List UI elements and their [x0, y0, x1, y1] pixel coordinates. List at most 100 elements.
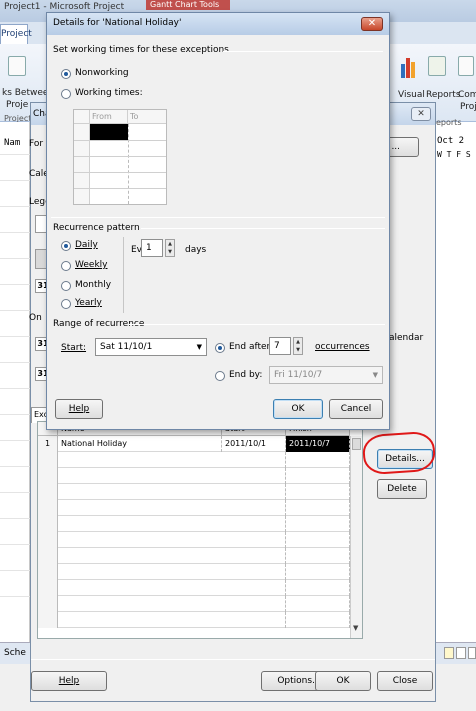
occurrences-label: occurrences [315, 342, 370, 352]
cell-finish[interactable] [286, 468, 350, 484]
table-row[interactable] [38, 500, 362, 516]
delete-button[interactable]: Delete [377, 479, 427, 499]
cell-finish[interactable] [286, 548, 350, 564]
yearly-radio[interactable] [61, 299, 71, 309]
cell-start[interactable] [222, 500, 286, 516]
view-gantt-icon[interactable] [444, 647, 454, 659]
end-after-radio[interactable] [215, 343, 225, 353]
separator [141, 228, 385, 229]
links-between-label-2: Proje [6, 100, 29, 110]
table-row[interactable]: 1 National Holiday 2011/10/1 2011/10/7 [38, 436, 362, 452]
visual-reports-icon[interactable] [400, 56, 420, 78]
visual-reports-label: Visual [398, 90, 425, 100]
help-button-label: Help [58, 676, 80, 686]
cell-start[interactable] [222, 484, 286, 500]
separator [31, 659, 435, 660]
end-by-date-select[interactable]: Fri 11/10/7 ▼ [269, 366, 383, 384]
gantt-timescale: Oct 2 W T F S [432, 134, 476, 644]
details-ok-button[interactable]: OK [273, 399, 323, 419]
highlight-circle [361, 430, 437, 476]
cwt-close-button[interactable]: Close [377, 671, 433, 691]
end-after-label: End after: [229, 342, 274, 352]
cwt-help-button[interactable]: Help [31, 671, 107, 691]
grid-line [0, 570, 30, 571]
cell-start[interactable] [222, 612, 286, 628]
details-cancel-button[interactable]: Cancel [329, 399, 383, 419]
cell-finish[interactable] [286, 612, 350, 628]
end-after-input[interactable]: 7 [269, 337, 291, 355]
context-tab-gantt-tools[interactable]: Gantt Chart Tools [146, 0, 230, 10]
from-cell-selected[interactable] [90, 124, 128, 140]
compare-label: Com [458, 90, 476, 100]
cell-finish[interactable] [286, 484, 350, 500]
daily-radio[interactable] [61, 241, 71, 251]
cell-start[interactable] [222, 452, 286, 468]
cell-finish[interactable] [286, 596, 350, 612]
every-days-input[interactable]: 1 [141, 239, 163, 257]
scroll-down-arrow-icon[interactable]: ▼ [353, 624, 358, 632]
cell-start[interactable] [222, 596, 286, 612]
view-network-icon[interactable] [468, 647, 476, 659]
details-dialog: Details for 'National Holiday' ✕ Set wor… [46, 12, 390, 430]
nonworking-radio[interactable] [61, 69, 71, 79]
start-label: Start: [61, 343, 87, 353]
weekly-radio[interactable] [61, 261, 71, 271]
cell-finish[interactable] [286, 500, 350, 516]
cell-finish[interactable] [286, 516, 350, 532]
table-row[interactable] [38, 468, 362, 484]
table-row[interactable] [38, 484, 362, 500]
cwt-ok-button[interactable]: OK [315, 671, 371, 691]
table-row[interactable] [38, 548, 362, 564]
end-after-spinner-icon[interactable]: ▲ ▼ [293, 337, 303, 355]
compare-projects-icon[interactable] [458, 56, 474, 76]
end-by-radio[interactable] [215, 371, 225, 381]
links-between-projects-icon[interactable] [8, 56, 26, 76]
cell-finish[interactable] [286, 532, 350, 548]
table-row[interactable] [38, 532, 362, 548]
tab-project[interactable]: Project [0, 24, 32, 44]
scrollbar-thumb[interactable] [352, 438, 361, 450]
exceptions-table: Name Start Finish 1 National Holiday 201… [37, 421, 363, 639]
monthly-radio[interactable] [61, 281, 71, 291]
cell-finish[interactable]: 2011/10/7 [286, 436, 350, 452]
table-row[interactable] [38, 612, 362, 628]
cwt-close-icon[interactable]: ✕ [411, 107, 431, 121]
view-usage-icon[interactable] [456, 647, 466, 659]
cell-finish[interactable] [286, 580, 350, 596]
end-by-label: End by: [229, 370, 263, 380]
table-row[interactable] [38, 580, 362, 596]
cell-start[interactable] [222, 532, 286, 548]
days-label: days [185, 245, 207, 255]
grid-row-line [74, 140, 166, 141]
working-times-radio[interactable] [61, 89, 71, 99]
exceptions-scrollbar[interactable]: ▼ [350, 436, 362, 638]
table-row[interactable] [38, 596, 362, 612]
start-date-select[interactable]: Sat 11/10/1 ▼ [95, 338, 207, 356]
reports-icon[interactable] [428, 56, 446, 76]
timescale-label: Oct 2 [437, 136, 465, 146]
table-row[interactable] [38, 452, 362, 468]
table-row[interactable] [38, 564, 362, 580]
every-days-spinner-icon[interactable]: ▲ ▼ [165, 239, 175, 257]
cell-start[interactable] [222, 580, 286, 596]
cell-finish[interactable] [286, 452, 350, 468]
cell-start[interactable]: 2011/10/1 [222, 436, 286, 452]
details-close-icon[interactable]: ✕ [361, 17, 383, 31]
cell-start[interactable] [222, 564, 286, 580]
cell-start[interactable] [222, 548, 286, 564]
cell-name[interactable]: National Holiday [58, 436, 222, 452]
separator [223, 51, 383, 52]
grid-corner [74, 110, 90, 124]
app-title: Project1 - Microsoft Project [4, 2, 125, 12]
chevron-down-icon[interactable]: ▼ [373, 367, 378, 383]
cell-finish[interactable] [286, 564, 350, 580]
nonworking-label: Nonworking [75, 68, 129, 78]
table-row[interactable] [38, 516, 362, 532]
cell-start[interactable] [222, 516, 286, 532]
grid-row-line [74, 188, 166, 189]
row-number [38, 452, 58, 468]
grid-line [0, 154, 30, 155]
cell-start[interactable] [222, 468, 286, 484]
chevron-down-icon[interactable]: ▼ [197, 339, 202, 355]
details-help-button[interactable]: Help [55, 399, 103, 419]
